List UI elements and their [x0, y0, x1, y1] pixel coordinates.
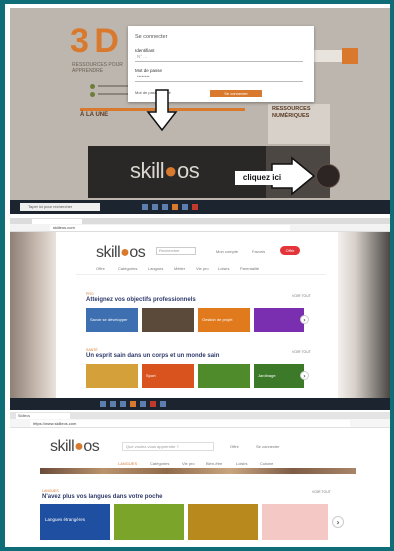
- panel-login-page: 3 D RESSOURCES POUR APPRENDRE À LA UNE R…: [10, 8, 390, 214]
- logo-text-tail: os: [83, 438, 100, 455]
- section-kicker: SANTÉ: [86, 348, 98, 352]
- course-card-label: Jardinage: [258, 373, 276, 378]
- taskbar-app-icon[interactable]: [172, 204, 178, 210]
- nav-item[interactable]: Parentalité: [240, 266, 259, 271]
- nav-item[interactable]: Vie pro: [182, 461, 195, 466]
- taskbar-app-icon[interactable]: [120, 401, 126, 407]
- logo-text-tail: os: [129, 244, 146, 261]
- section-title: Un esprit sain dans un corps et un monde…: [86, 353, 220, 359]
- search-input[interactable]: Que voulez-vous apprendre ?: [122, 442, 214, 451]
- carousel-next-icon[interactable]: ›: [300, 371, 309, 380]
- logo-text: skill: [50, 438, 75, 455]
- header-link-account[interactable]: Mon compte: [216, 249, 238, 254]
- windows-taskbar: [10, 398, 390, 410]
- panel-skilleos-languages: Skilleos https://www.skilleos.com skill●…: [10, 412, 390, 547]
- nav-item[interactable]: Catégories: [150, 461, 169, 466]
- taskbar-app-icon[interactable]: [160, 401, 166, 407]
- header-link-favorites[interactable]: Favoris: [252, 249, 265, 254]
- taskbar-app-icon[interactable]: [110, 401, 116, 407]
- nav-item[interactable]: Métier: [174, 266, 185, 271]
- nav-item[interactable]: Loisirs: [236, 461, 248, 466]
- offer-button[interactable]: Offrir: [280, 246, 300, 255]
- skilleos-logo[interactable]: skill●os: [50, 438, 100, 456]
- nav-item[interactable]: Cuisine: [260, 461, 273, 466]
- course-card[interactable]: Sport: [142, 364, 194, 388]
- down-arrow-icon: [146, 89, 178, 132]
- address-bar[interactable]: https://www.skilleos.com: [30, 420, 350, 427]
- click-here-callout: cliquez ici: [235, 171, 289, 185]
- skilleos-page: skill●os Rechercher Mon compte Favoris O…: [56, 232, 338, 398]
- taskbar-app-icon[interactable]: [100, 401, 106, 407]
- browser-toolbar: skilleos.com: [10, 224, 390, 232]
- course-card[interactable]: [262, 504, 328, 540]
- logo-dot: ●: [120, 244, 130, 261]
- see-all-link[interactable]: VOIR TOUT: [312, 490, 331, 494]
- course-card[interactable]: Savoir se développer: [86, 308, 138, 332]
- search-input[interactable]: Rechercher: [156, 247, 196, 255]
- address-bar[interactable]: skilleos.com: [50, 225, 290, 231]
- nav-item[interactable]: Vie pro: [196, 266, 209, 271]
- course-card[interactable]: [188, 504, 258, 540]
- nav-item[interactable]: Langues: [148, 266, 163, 271]
- course-card[interactable]: Jardinage: [254, 364, 304, 388]
- section-kicker: LANGUES: [42, 489, 59, 493]
- annotation-arrows: [146, 89, 316, 196]
- taskbar-search[interactable]: Taper ici pour rechercher: [20, 203, 100, 211]
- screenshot-frame: 3 D RESSOURCES POUR APPRENDRE À LA UNE R…: [0, 0, 394, 551]
- logo-dot: ●: [74, 438, 84, 455]
- nav-divider: [76, 274, 326, 275]
- skilleos-logo[interactable]: skill●os: [96, 244, 146, 262]
- course-card[interactable]: [142, 308, 194, 332]
- taskbar-app-icon[interactable]: [152, 204, 158, 210]
- right-backdrop: [338, 232, 390, 398]
- section-title: Atteignez vos objectifs professionnels: [86, 297, 196, 303]
- nav-item[interactable]: Loisirs: [218, 266, 230, 271]
- course-card[interactable]: [114, 504, 184, 540]
- taskbar-app-icon[interactable]: [162, 204, 168, 210]
- taskbar-app-icon[interactable]: [182, 204, 188, 210]
- panel-skilleos-home: skilleos.com skill●os Rechercher Mon com…: [10, 218, 390, 410]
- nav-item[interactable]: Catégories: [118, 266, 137, 271]
- course-card-label: Langues étrangères: [45, 517, 86, 522]
- course-card-label: Sport: [146, 373, 156, 378]
- carousel-next-icon[interactable]: ›: [332, 516, 344, 528]
- course-card[interactable]: Langues étrangères: [40, 504, 110, 540]
- taskbar-app-icon[interactable]: [130, 401, 136, 407]
- category-image-strip: [40, 468, 356, 474]
- course-card-label: Savoir se développer: [90, 317, 128, 322]
- browser-toolbar: https://www.skilleos.com: [10, 419, 390, 428]
- nav-item[interactable]: Bien-être: [206, 461, 222, 466]
- see-all-link[interactable]: VOIR TOUT: [292, 350, 311, 354]
- carousel-next-icon[interactable]: ›: [300, 315, 309, 324]
- course-card[interactable]: Gestion de projet: [198, 308, 250, 332]
- taskbar-app-icon[interactable]: [192, 204, 198, 210]
- left-backdrop: [10, 232, 56, 398]
- section-title: N'avez plus vos langues dans votre poche: [42, 494, 163, 500]
- taskbar-app-icon[interactable]: [150, 401, 156, 407]
- course-card[interactable]: [86, 364, 138, 388]
- header-link-offer[interactable]: Offrir: [230, 444, 239, 449]
- taskbar-app-icon[interactable]: [140, 401, 146, 407]
- section-kicker: PRO: [86, 292, 94, 296]
- course-card[interactable]: [254, 308, 304, 332]
- see-all-link[interactable]: VOIR TOUT: [292, 294, 311, 298]
- logo-text: skill: [96, 244, 121, 261]
- header-link-login[interactable]: Se connecter: [256, 444, 280, 449]
- nav-item[interactable]: LANGUES: [118, 461, 137, 466]
- nav-item[interactable]: Offre: [96, 266, 105, 271]
- browser-tabstrip: Skilleos: [10, 412, 390, 419]
- course-card[interactable]: [198, 364, 250, 388]
- windows-taskbar: Taper ici pour rechercher: [10, 200, 390, 214]
- course-card-label: Gestion de projet: [202, 317, 233, 322]
- taskbar-app-icon[interactable]: [142, 204, 148, 210]
